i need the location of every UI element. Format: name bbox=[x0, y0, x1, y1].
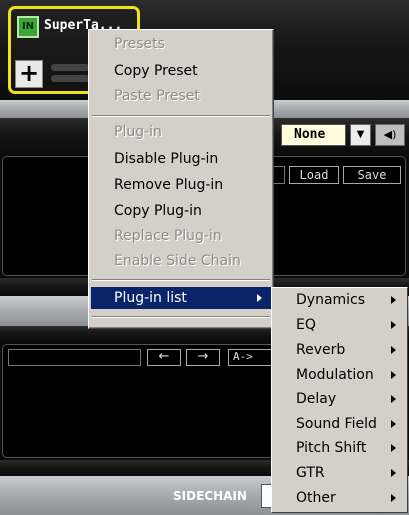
submenu-item-eq[interactable]: EQ bbox=[274, 314, 405, 336]
submenu-item-label: GTR bbox=[296, 465, 325, 481]
submenu-arrow-icon bbox=[257, 294, 262, 302]
context-menu: Presets Copy Preset Paste Preset Plug-in… bbox=[88, 29, 274, 329]
submenu-arrow-icon bbox=[391, 371, 396, 379]
submenu-item-label: Pitch Shift bbox=[296, 440, 367, 456]
submenu-arrow-icon bbox=[391, 296, 396, 304]
menu-item-copy-preset[interactable]: Copy Preset bbox=[91, 60, 271, 82]
submenu-arrow-icon bbox=[391, 420, 396, 428]
menu-item-copy-plug-in[interactable]: Copy Plug-in bbox=[91, 200, 271, 222]
arrow-right-icon: → bbox=[197, 349, 209, 364]
submenu-item-label: EQ bbox=[296, 317, 316, 333]
editor-name-field[interactable] bbox=[8, 349, 141, 366]
submenu-arrow-icon bbox=[391, 469, 396, 477]
speaker-icon: ◀) bbox=[383, 128, 397, 141]
submenu-item-modulation[interactable]: Modulation bbox=[274, 364, 405, 386]
menu-item-plug-in: Plug-in bbox=[114, 124, 162, 140]
submenu-item-gtr[interactable]: GTR bbox=[274, 462, 405, 484]
menu-item-plug-in-list[interactable]: Plug-in list bbox=[91, 287, 271, 309]
submenu-item-sound-field[interactable]: Sound Field bbox=[274, 413, 405, 435]
submenu-item-pitch-shift[interactable]: Pitch Shift bbox=[274, 437, 405, 459]
menu-separator bbox=[92, 279, 270, 281]
submenu-arrow-icon bbox=[391, 494, 396, 502]
menu-separator bbox=[92, 115, 270, 117]
submenu-item-label: Delay bbox=[296, 391, 337, 407]
slot-menu-icon[interactable] bbox=[51, 60, 89, 88]
submenu-arrow-icon bbox=[391, 321, 396, 329]
menu-item-remove-plug-in[interactable]: Remove Plug-in bbox=[91, 174, 271, 196]
submenu-item-label: Dynamics bbox=[296, 292, 366, 308]
speaker-button[interactable]: ◀) bbox=[375, 124, 405, 146]
ab-compare-button[interactable]: A-> bbox=[228, 349, 272, 366]
menu-item-paste-preset: Paste Preset bbox=[114, 88, 200, 104]
menu-separator bbox=[92, 316, 270, 318]
menu-item-presets: Presets bbox=[114, 36, 165, 52]
menu-item-disable-plug-in[interactable]: Disable Plug-in bbox=[91, 148, 271, 170]
submenu-item-delay[interactable]: Delay bbox=[274, 388, 405, 410]
submenu-item-dynamics[interactable]: Dynamics bbox=[274, 289, 405, 311]
next-button[interactable]: → bbox=[186, 349, 220, 366]
submenu-arrow-icon bbox=[391, 346, 396, 354]
triangle-down-icon: ▼ bbox=[356, 129, 365, 140]
submenu-item-label: Reverb bbox=[296, 342, 346, 358]
plugin-list-submenu: Dynamics EQ Reverb Modulation Delay Soun… bbox=[271, 287, 408, 513]
submenu-arrow-icon bbox=[391, 444, 396, 452]
plugin-select-dropdown[interactable]: ▼ bbox=[350, 124, 371, 146]
arrow-left-icon: ← bbox=[158, 349, 170, 364]
submenu-item-label: Other bbox=[296, 490, 336, 506]
submenu-item-reverb[interactable]: Reverb bbox=[274, 339, 405, 361]
submenu-item-other[interactable]: Other bbox=[274, 487, 405, 509]
in-toggle-button[interactable]: IN bbox=[17, 16, 39, 38]
submenu-item-label: Sound Field bbox=[296, 416, 377, 432]
menu-item-replace-plug-in: Replace Plug-in bbox=[114, 228, 222, 244]
previous-button[interactable]: ← bbox=[147, 349, 181, 366]
load-button[interactable]: Load bbox=[289, 166, 339, 184]
menu-item-enable-side-chain: Enable Side Chain bbox=[114, 253, 241, 269]
submenu-item-label: Modulation bbox=[296, 367, 374, 383]
menu-item-label: Plug-in list bbox=[114, 290, 187, 306]
add-plugin-button[interactable]: + bbox=[15, 60, 43, 88]
save-button[interactable]: Save bbox=[343, 166, 401, 184]
sidechain-label: SIDECHAIN bbox=[173, 489, 247, 503]
plugin-select[interactable]: None bbox=[281, 124, 346, 146]
submenu-arrow-icon bbox=[391, 395, 396, 403]
